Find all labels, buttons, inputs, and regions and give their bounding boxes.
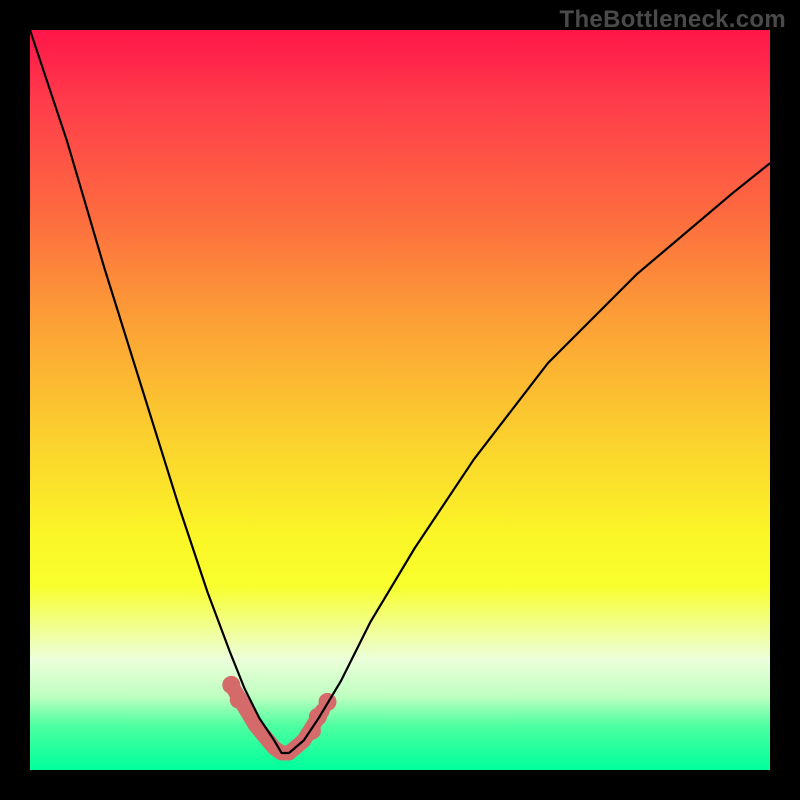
watermark-text: TheBottleneck.com: [560, 6, 786, 34]
bottleneck-curve: [30, 30, 770, 753]
accent-dots: [222, 676, 336, 740]
accent-dot: [230, 691, 248, 709]
plot-area: [30, 30, 770, 770]
curve-svg: [30, 30, 770, 770]
chart-frame: TheBottleneck.com: [0, 0, 800, 800]
